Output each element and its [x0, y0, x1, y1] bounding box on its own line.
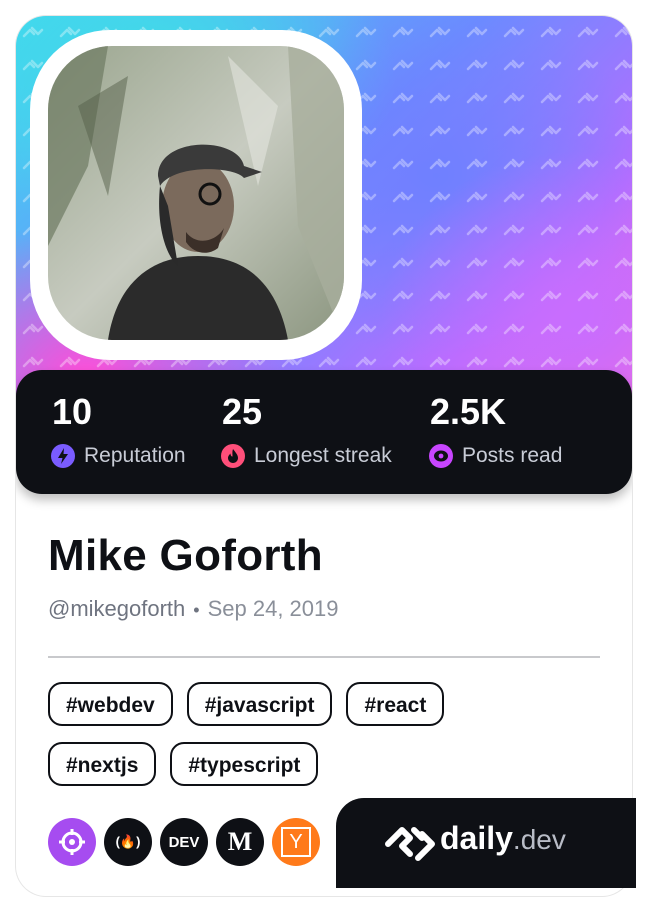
stat-reputation: 10 Reputation	[50, 392, 186, 470]
profile-card: 10 Reputation 25 Longest streak 2.5K Pos…	[16, 16, 632, 896]
tag-javascript[interactable]: #javascript	[186, 682, 333, 726]
streak-value: 25	[222, 391, 263, 432]
profile-handle[interactable]: @mikegoforth	[48, 596, 185, 621]
daily-dev-brand: daily.dev	[336, 798, 636, 888]
brand-wordmark: daily.dev	[440, 820, 566, 857]
brand-suffix: .dev	[512, 824, 566, 855]
tag-nextjs[interactable]: #nextjs	[48, 742, 157, 786]
streak-label-row: Longest streak	[220, 442, 392, 470]
medium-source-icon[interactable]: M	[216, 818, 264, 866]
meta-separator: •	[193, 600, 200, 620]
profile-meta: @mikegoforth • Sep 24, 2019	[48, 594, 339, 625]
daily-dev-logo-icon	[384, 822, 444, 867]
tag-typescript[interactable]: #typescript	[170, 742, 319, 786]
hackernews-source-icon[interactable]: Y	[272, 818, 320, 866]
stat-streak: 25 Longest streak	[220, 392, 392, 470]
tag-webdev[interactable]: #webdev	[48, 682, 173, 726]
tag-list: #webdev #javascript #react #nextjs #typescr…	[48, 682, 608, 802]
posts-label: Posts read	[462, 444, 563, 467]
hackernews-glyph: Y	[281, 827, 311, 857]
stats-bar: 10 Reputation 25 Longest streak 2.5K Pos…	[16, 370, 632, 494]
posts-label-row: Posts read	[428, 442, 562, 470]
brand-main: daily	[440, 820, 513, 856]
reputation-label-row: Reputation	[50, 442, 186, 470]
reputation-value: 10	[52, 391, 93, 432]
joined-date: Sep 24, 2019	[207, 596, 339, 621]
freecodecamp-source-icon[interactable]: (🔥)	[104, 818, 152, 866]
profile-name: Mike Goforth	[48, 531, 323, 580]
posts-value: 2.5K	[430, 391, 507, 432]
divider	[48, 656, 600, 658]
stat-posts: 2.5K Posts read	[428, 392, 562, 470]
eye-icon	[428, 443, 454, 469]
avatar	[48, 46, 344, 340]
source-list: (🔥) DEV M Y	[48, 818, 328, 866]
flame-icon	[220, 443, 246, 469]
dev-source-icon[interactable]: DEV	[160, 818, 208, 866]
tag-react[interactable]: #react	[346, 682, 445, 726]
crosshair-source-icon[interactable]	[48, 818, 96, 866]
reputation-label: Reputation	[84, 444, 186, 467]
lightning-icon	[50, 443, 76, 469]
streak-label: Longest streak	[254, 444, 392, 467]
